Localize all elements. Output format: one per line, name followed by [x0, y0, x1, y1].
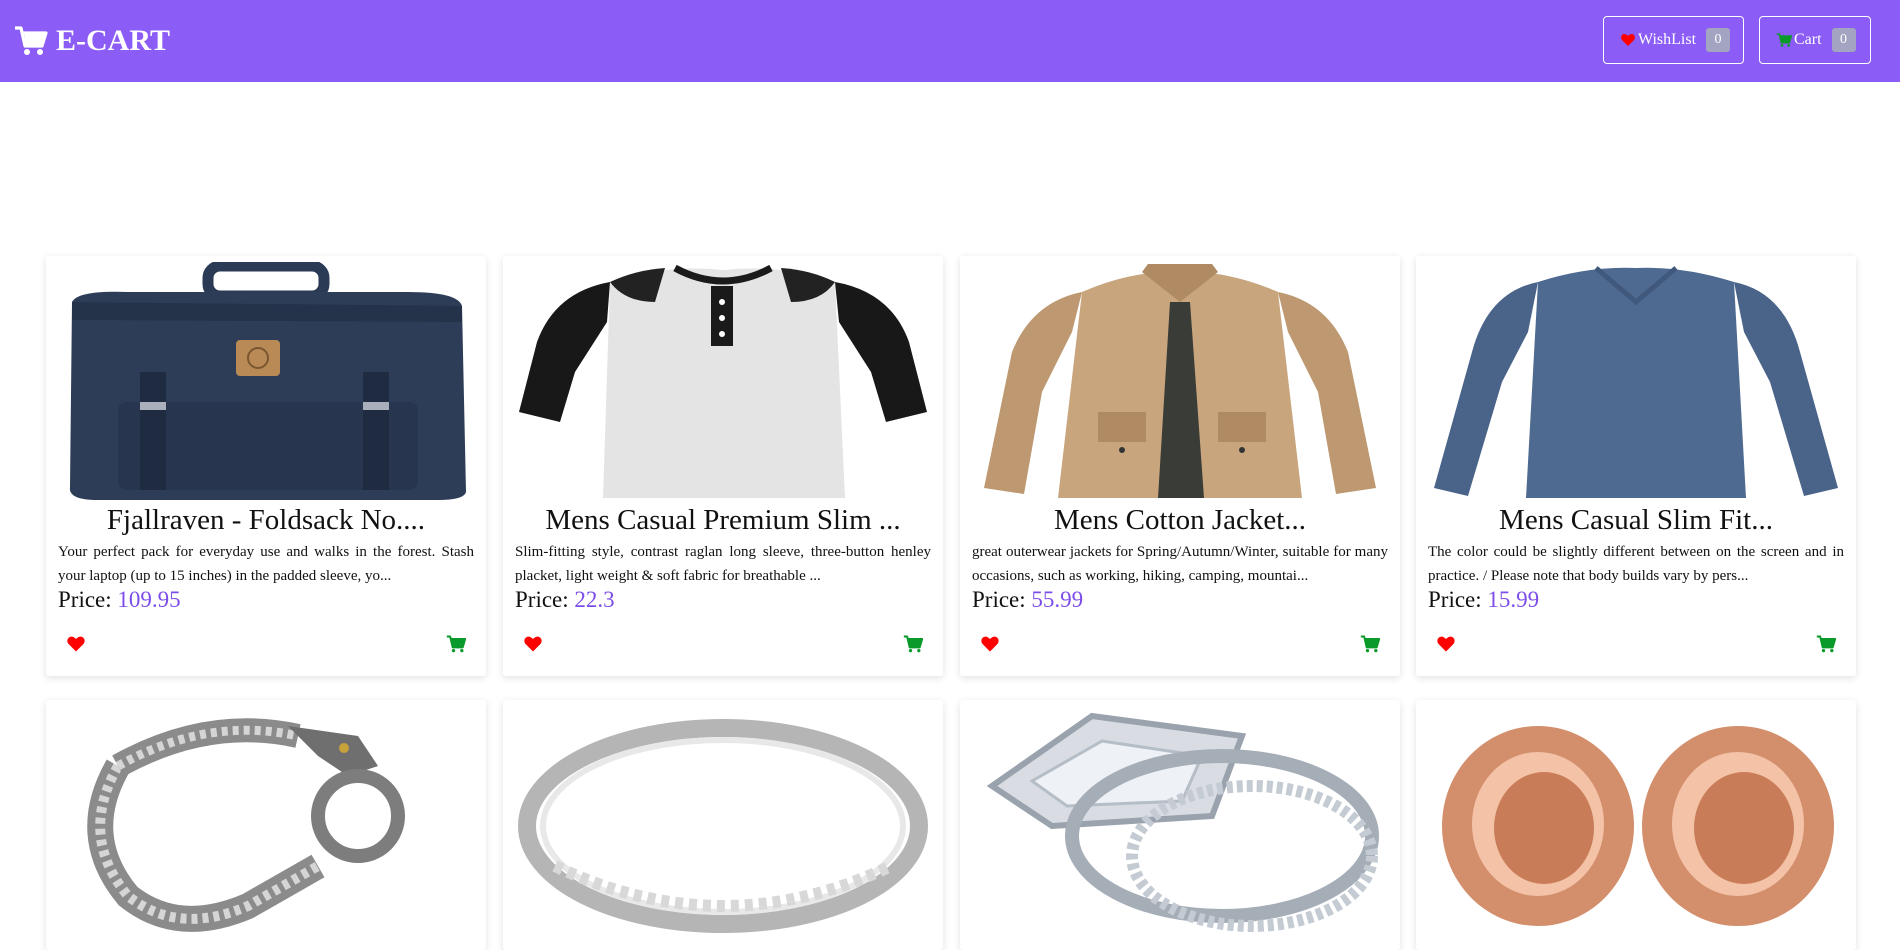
product-card[interactable]: Mens Casual Premium Slim ... Slim-fittin…: [503, 256, 943, 676]
shopping-cart-icon: [15, 26, 48, 55]
add-to-cart-icon[interactable]: [1360, 634, 1380, 654]
product-image-henley-shirt[interactable]: [515, 262, 931, 502]
product-card[interactable]: Mens Cotton Jacket... great outerwear ja…: [960, 256, 1400, 676]
navbar: E-CART WishList 0 Cart 0: [0, 0, 1900, 82]
wishlist-label: WishList: [1638, 31, 1697, 48]
product-description: great outerwear jackets for Spring/Autum…: [972, 544, 1388, 584]
price-value: 109.95: [117, 587, 181, 612]
price-value: 15.99: [1487, 587, 1540, 612]
product-price: Price: 55.99: [972, 587, 1083, 613]
product-card[interactable]: Fjallraven - Foldsack No.... Your perfec…: [46, 256, 486, 676]
add-to-cart-icon[interactable]: [1816, 634, 1836, 654]
product-price: Price: 109.95: [58, 587, 181, 613]
product-image-cotton-jacket[interactable]: [972, 262, 1388, 502]
add-to-wishlist-heart-icon[interactable]: [66, 634, 86, 654]
product-description: The color could be slightly different be…: [1428, 544, 1844, 584]
product-title: Fjallraven - Foldsack No....: [106, 504, 426, 536]
product-price: Price: 22.3: [515, 587, 615, 613]
cart-count-badge: 0: [1831, 28, 1856, 52]
add-to-wishlist-heart-icon[interactable]: [523, 634, 543, 654]
price-label: Price:: [515, 587, 569, 612]
product-title: Mens Casual Slim Fit...: [1499, 504, 1773, 536]
product-title: Mens Casual Premium Slim ...: [545, 504, 901, 536]
price-label: Price:: [58, 587, 112, 612]
brand-name: E-CART: [56, 24, 170, 57]
product-image-backpack[interactable]: [58, 262, 474, 502]
price-value: 22.3: [574, 587, 615, 612]
product-image-diamond-ring-set[interactable]: [972, 706, 1388, 942]
wishlist-count-badge: 0: [1706, 28, 1731, 52]
wishlist-button[interactable]: WishList 0: [1603, 16, 1744, 64]
product-card[interactable]: [1416, 700, 1856, 950]
product-card[interactable]: [960, 700, 1400, 950]
product-image-silver-ring[interactable]: [515, 706, 931, 942]
add-to-wishlist-heart-icon[interactable]: [980, 634, 1000, 654]
brand-logo[interactable]: E-CART: [14, 20, 170, 62]
price-value: 55.99: [1031, 587, 1084, 612]
product-card[interactable]: Mens Casual Slim Fit... The color could …: [1416, 256, 1856, 676]
product-image-slim-fit-tshirt[interactable]: [1428, 262, 1844, 502]
product-price: Price: 15.99: [1428, 587, 1539, 613]
product-card[interactable]: [503, 700, 943, 950]
product-image-rose-gold-plugs[interactable]: [1428, 706, 1844, 942]
product-title: Mens Cotton Jacket...: [1053, 504, 1307, 536]
price-label: Price:: [1428, 587, 1482, 612]
product-description: Slim-fitting style, contrast raglan long…: [515, 544, 931, 584]
product-card[interactable]: [46, 700, 486, 950]
cart-button[interactable]: Cart 0: [1759, 16, 1871, 64]
heart-icon: [1621, 34, 1635, 46]
cart-icon: [1776, 33, 1792, 47]
add-to-cart-icon[interactable]: [446, 634, 466, 654]
price-label: Price:: [972, 587, 1026, 612]
product-description: Your perfect pack for everyday use and w…: [58, 544, 474, 584]
product-image-dragon-bracelet[interactable]: [58, 706, 474, 942]
cart-label: Cart: [1794, 31, 1822, 48]
add-to-wishlist-heart-icon[interactable]: [1436, 634, 1456, 654]
add-to-cart-icon[interactable]: [903, 634, 923, 654]
